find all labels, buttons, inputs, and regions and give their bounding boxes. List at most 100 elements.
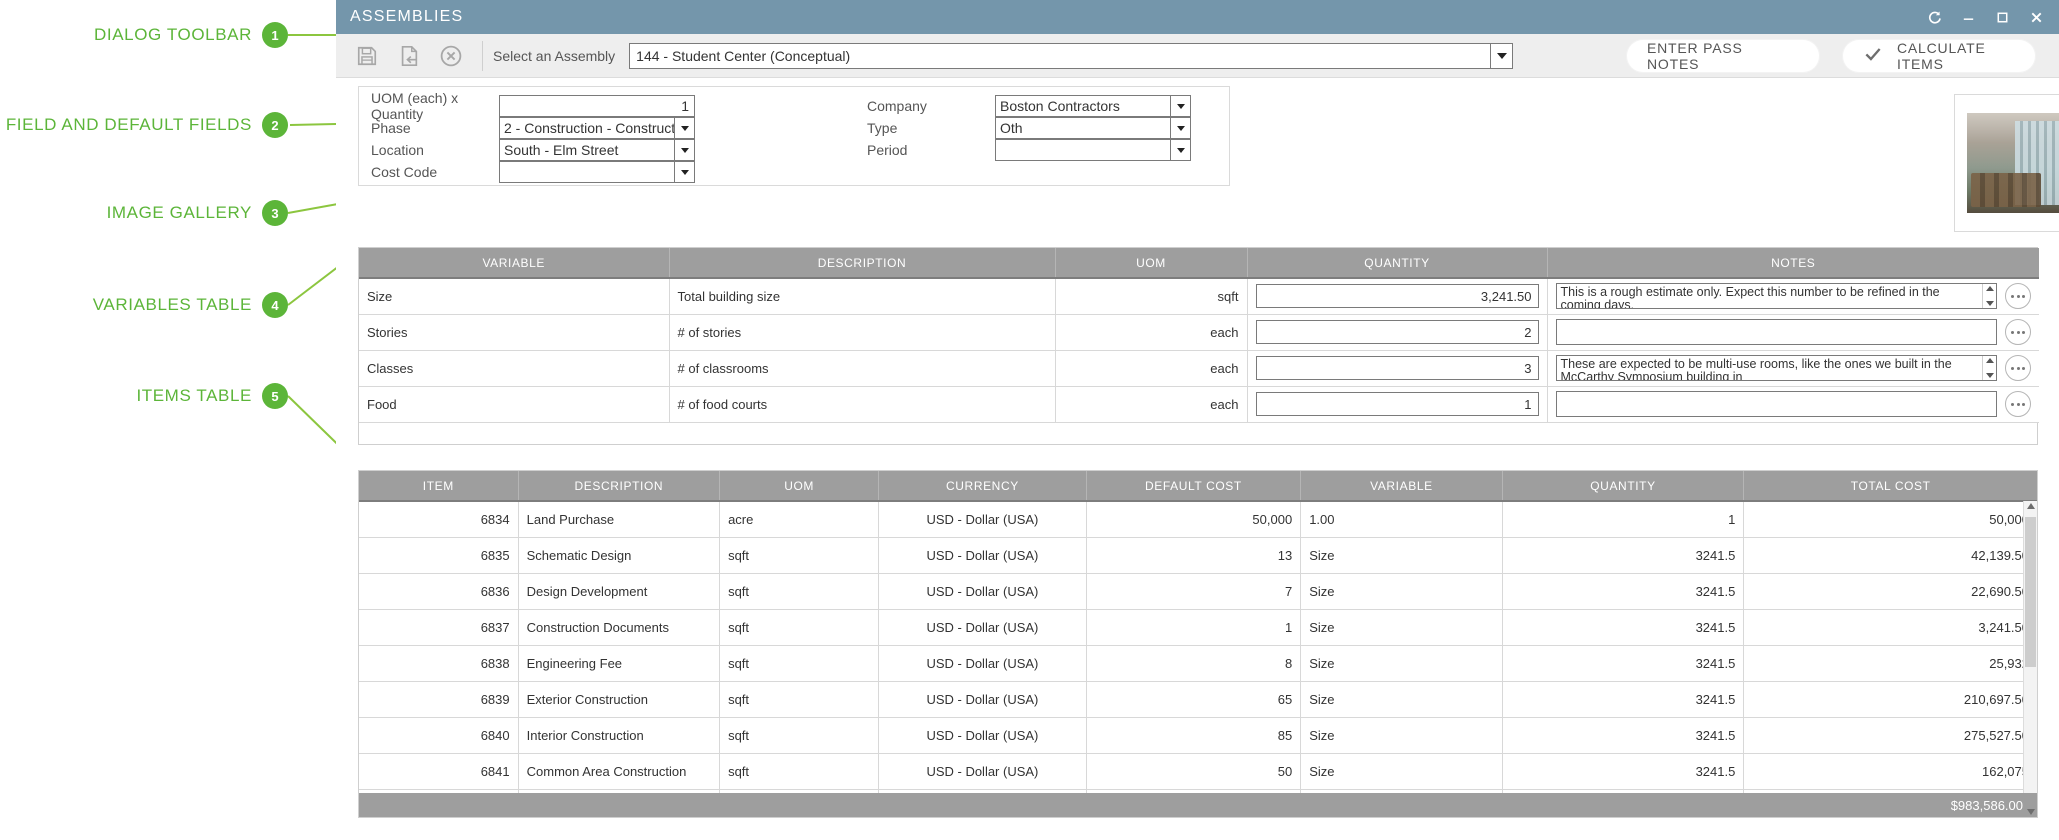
- quantity-input[interactable]: 3,241.50: [1256, 284, 1539, 308]
- col-quantity[interactable]: QUANTITY: [1247, 248, 1547, 278]
- maximize-icon[interactable]: [1985, 2, 2019, 32]
- cell-uom: acre: [720, 501, 879, 537]
- notes-expand-button[interactable]: [2005, 283, 2031, 309]
- notes-expand-button[interactable]: [2005, 391, 2031, 417]
- table-row[interactable]: 6840Interior ConstructionsqftUSD - Dolla…: [359, 717, 2037, 753]
- close-icon[interactable]: [2019, 2, 2053, 32]
- scrollbar-thumb[interactable]: [2025, 517, 2036, 667]
- chevron-down-icon[interactable]: [674, 140, 694, 160]
- notes-scrollbar[interactable]: [1982, 284, 1996, 308]
- window-controls: [1917, 2, 2059, 32]
- chevron-down-icon[interactable]: [674, 162, 694, 182]
- notes-input[interactable]: [1556, 319, 1998, 345]
- phase-select-value: 2 - Construction - Construction: [500, 118, 674, 138]
- enter-pass-notes-button[interactable]: ENTER PASS NOTES: [1627, 40, 1819, 72]
- cell-currency: USD - Dollar (USA): [879, 753, 1086, 789]
- callout-4: VARIABLES TABLE 4: [0, 292, 288, 318]
- col-uom[interactable]: UOM: [720, 471, 879, 501]
- scroll-down-icon[interactable]: [1986, 373, 1994, 378]
- quantity-input[interactable]: 1: [1256, 392, 1539, 416]
- table-row[interactable]: 6834Land PurchaseacreUSD - Dollar (USA)5…: [359, 501, 2037, 537]
- callout-5-label: ITEMS TABLE: [136, 386, 252, 406]
- notes-input[interactable]: [1556, 391, 1998, 417]
- refresh-icon[interactable]: [1917, 2, 1951, 32]
- save-icon[interactable]: [354, 43, 380, 69]
- table-row[interactable]: 6835Schematic DesignsqftUSD - Dollar (US…: [359, 537, 2037, 573]
- chevron-down-icon[interactable]: [674, 118, 694, 138]
- scroll-down-icon[interactable]: [1986, 301, 1994, 306]
- col-variable[interactable]: VARIABLE: [1301, 471, 1502, 501]
- variables-table: VARIABLE DESCRIPTION UOM QUANTITY NOTES …: [359, 248, 2039, 423]
- col-variable[interactable]: VARIABLE: [359, 248, 669, 278]
- table-row[interactable]: Classes # of classrooms each 3 These are…: [359, 350, 2039, 386]
- col-description[interactable]: DESCRIPTION: [669, 248, 1055, 278]
- chevron-down-icon[interactable]: [1490, 44, 1512, 68]
- import-document-icon[interactable]: [396, 43, 422, 69]
- table-row[interactable]: 6837Construction DocumentssqftUSD - Doll…: [359, 609, 2037, 645]
- cost-code-select-value: [500, 162, 674, 182]
- field-cost-code: Cost Code: [371, 161, 695, 183]
- cell-variable: Size: [1301, 573, 1502, 609]
- cell-currency: USD - Dollar (USA): [879, 681, 1086, 717]
- company-select[interactable]: Boston Contractors: [995, 95, 1191, 117]
- table-row[interactable]: Size Total building size sqft 3,241.50 T…: [359, 278, 2039, 314]
- calculate-items-button[interactable]: CALCULATE ITEMS: [1843, 40, 2035, 72]
- scroll-up-icon[interactable]: [1986, 286, 1994, 291]
- col-description[interactable]: DESCRIPTION: [518, 471, 719, 501]
- table-row[interactable]: 6839Exterior ConstructionsqftUSD - Dolla…: [359, 681, 2037, 717]
- chevron-down-icon[interactable]: [1170, 96, 1190, 116]
- table-row[interactable]: Stories # of stories each 2: [359, 314, 2039, 350]
- quantity-input[interactable]: 3: [1256, 356, 1539, 380]
- notes-text: This is a rough estimate only. Expect th…: [1557, 284, 1983, 308]
- notes-scrollbar[interactable]: [1982, 356, 1996, 380]
- table-row[interactable]: 6841Common Area ConstructionsqftUSD - Do…: [359, 753, 2037, 789]
- default-fields-panel: UOM (each) x Quantity 1 Phase 2 - Constr…: [358, 86, 1230, 186]
- col-default-cost[interactable]: DEFAULT COST: [1086, 471, 1301, 501]
- cell-notes: [1547, 314, 2039, 350]
- table-row[interactable]: Food # of food courts each 1: [359, 386, 2039, 422]
- notes-expand-button[interactable]: [2005, 355, 2031, 381]
- col-total-cost[interactable]: TOTAL COST: [1744, 471, 2037, 501]
- chevron-down-icon[interactable]: [1170, 118, 1190, 138]
- cell-description: Common Area Construction: [518, 753, 719, 789]
- minimize-icon[interactable]: [1951, 2, 1985, 32]
- items-table: ITEM DESCRIPTION UOM CURRENCY DEFAULT CO…: [359, 471, 2037, 818]
- enter-pass-notes-label: ENTER PASS NOTES: [1647, 40, 1799, 72]
- cell-uom: each: [1055, 386, 1247, 422]
- toolbar-divider: [482, 41, 483, 71]
- uom-quantity-input[interactable]: 1: [499, 95, 695, 117]
- notes-text: [1557, 392, 1997, 416]
- scroll-up-icon[interactable]: [2027, 503, 2035, 509]
- chevron-down-icon[interactable]: [1170, 140, 1190, 160]
- assembly-select[interactable]: 144 - Student Center (Conceptual): [629, 43, 1513, 69]
- type-select[interactable]: Oth: [995, 117, 1191, 139]
- table-row[interactable]: 6836Design DevelopmentsqftUSD - Dollar (…: [359, 573, 2037, 609]
- notes-expand-button[interactable]: [2005, 319, 2031, 345]
- callout-3-badge: 3: [262, 200, 288, 226]
- phase-select[interactable]: 2 - Construction - Construction: [499, 117, 695, 139]
- table-row[interactable]: 6838Engineering FeesqftUSD - Dollar (USA…: [359, 645, 2037, 681]
- quantity-value: 2: [1524, 325, 1531, 340]
- image-gallery[interactable]: [1954, 94, 2059, 232]
- scroll-down-icon[interactable]: [2027, 809, 2035, 815]
- cancel-icon[interactable]: [438, 43, 464, 69]
- cell-quantity: 1: [1502, 501, 1744, 537]
- interior-atrium-photo[interactable]: [1967, 113, 2059, 213]
- items-table-scrollbar[interactable]: [2023, 501, 2037, 817]
- location-select[interactable]: South - Elm Street: [499, 139, 695, 161]
- period-select[interactable]: [995, 139, 1191, 161]
- col-notes[interactable]: NOTES: [1547, 248, 2039, 278]
- col-currency[interactable]: CURRENCY: [879, 471, 1086, 501]
- col-quantity[interactable]: QUANTITY: [1502, 471, 1744, 501]
- col-uom[interactable]: UOM: [1055, 248, 1247, 278]
- col-item[interactable]: ITEM: [359, 471, 518, 501]
- cell-currency: USD - Dollar (USA): [879, 717, 1086, 753]
- quantity-input[interactable]: 2: [1256, 320, 1539, 344]
- cost-code-select[interactable]: [499, 161, 695, 183]
- field-phase-label: Phase: [371, 120, 499, 136]
- scroll-up-icon[interactable]: [1986, 358, 1994, 363]
- cell-uom: sqft: [720, 645, 879, 681]
- notes-input[interactable]: This is a rough estimate only. Expect th…: [1556, 283, 1998, 309]
- notes-input[interactable]: These are expected to be multi-use rooms…: [1556, 355, 1998, 381]
- field-company-label: Company: [867, 98, 995, 114]
